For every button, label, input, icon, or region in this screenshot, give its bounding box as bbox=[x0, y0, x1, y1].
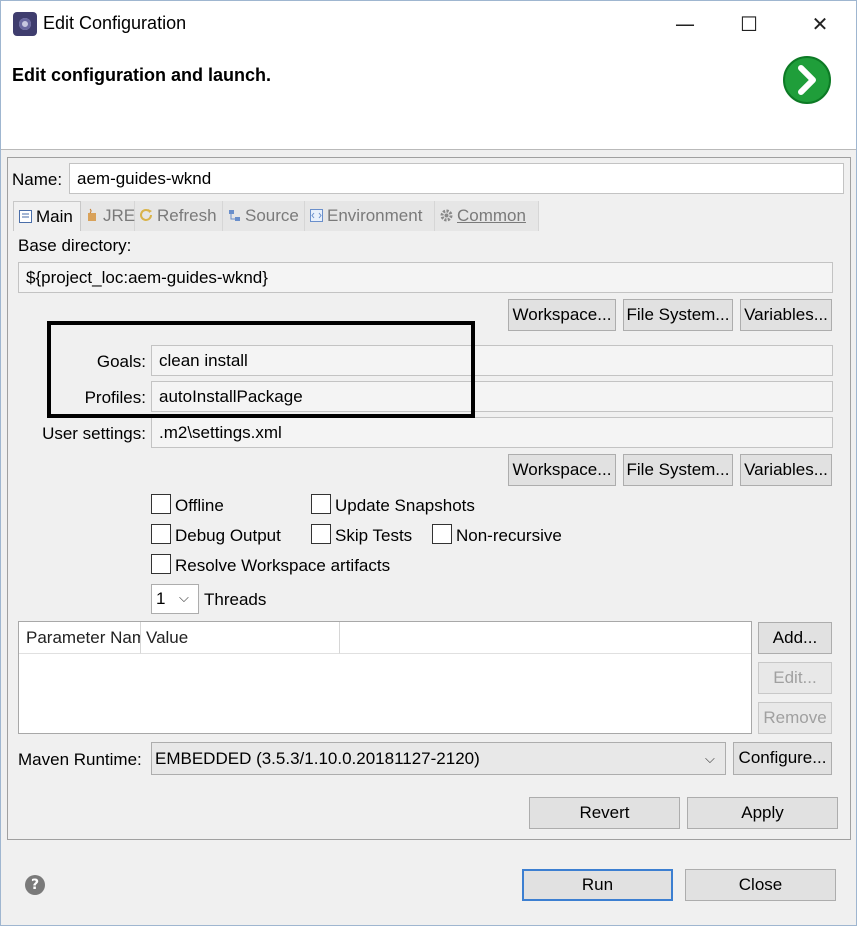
tab-jre-label: JRE bbox=[103, 206, 136, 225]
main-tab-icon bbox=[18, 204, 33, 223]
remove-parameter-button[interactable]: Remove bbox=[758, 702, 832, 734]
non-recursive-label: Non-recursive bbox=[456, 526, 562, 545]
debug-output-label: Debug Output bbox=[175, 526, 281, 545]
tab-main[interactable]: Main bbox=[13, 201, 81, 231]
tab-environment[interactable]: Environment bbox=[305, 201, 435, 231]
tab-jre[interactable]: JRE bbox=[81, 201, 135, 231]
name-label: Name: bbox=[12, 170, 63, 189]
base-directory-label: Base directory: bbox=[18, 236, 132, 255]
tab-environment-label: Environment bbox=[327, 206, 423, 225]
parameters-table[interactable]: Parameter Name Value bbox=[18, 621, 752, 734]
close-window-button[interactable]: ✕ bbox=[800, 5, 840, 43]
tab-common[interactable]: Common bbox=[435, 201, 539, 231]
base-directory-input[interactable]: ${project_loc:aem-guides-wknd} bbox=[18, 262, 833, 293]
chevron-down-icon: ⌵ bbox=[705, 752, 715, 767]
title-bar: Edit Configuration — ☐ ✕ bbox=[1, 1, 856, 46]
threads-select[interactable]: 1 ⌵ bbox=[151, 584, 199, 614]
skip-tests-checkbox[interactable] bbox=[311, 524, 331, 544]
source-icon bbox=[227, 203, 242, 221]
jre-icon bbox=[85, 203, 100, 221]
tab-source[interactable]: Source bbox=[223, 201, 305, 231]
column-header-parameter-name[interactable]: Parameter Name bbox=[19, 622, 141, 654]
resolve-workspace-label: Resolve Workspace artifacts bbox=[175, 556, 391, 575]
base-variables-button[interactable]: Variables... bbox=[740, 299, 832, 331]
maximize-button[interactable]: ☐ bbox=[729, 5, 769, 43]
launch-arrow-icon bbox=[783, 56, 831, 104]
settings-workspace-button[interactable]: Workspace... bbox=[508, 454, 616, 486]
run-button[interactable]: Run bbox=[522, 869, 673, 901]
settings-file-system-button[interactable]: File System... bbox=[623, 454, 733, 486]
resolve-workspace-checkbox[interactable] bbox=[151, 554, 171, 574]
tab-refresh-label: Refresh bbox=[157, 206, 217, 225]
edit-configuration-dialog: Edit Configuration — ☐ ✕ Edit configurat… bbox=[0, 0, 857, 926]
base-workspace-button[interactable]: Workspace... bbox=[508, 299, 616, 331]
minimize-button[interactable]: — bbox=[665, 5, 705, 43]
eclipse-app-icon bbox=[13, 12, 37, 36]
user-settings-input[interactable]: .m2\settings.xml bbox=[151, 417, 833, 448]
help-icon[interactable]: ? bbox=[25, 875, 45, 895]
tab-common-label: Common bbox=[457, 206, 526, 225]
update-snapshots-label: Update Snapshots bbox=[335, 496, 475, 515]
update-snapshots-checkbox[interactable] bbox=[311, 494, 331, 514]
chevron-down-icon: ⌵ bbox=[179, 591, 189, 606]
skip-tests-label: Skip Tests bbox=[335, 526, 413, 545]
column-header-filler bbox=[340, 622, 751, 654]
edit-parameter-button[interactable]: Edit... bbox=[758, 662, 832, 694]
offline-label: Offline bbox=[175, 496, 224, 515]
header-banner: Edit configuration and launch. bbox=[1, 46, 856, 150]
close-button[interactable]: Close bbox=[685, 869, 836, 901]
apply-button[interactable]: Apply bbox=[687, 797, 838, 829]
settings-variables-button[interactable]: Variables... bbox=[740, 454, 832, 486]
environment-icon bbox=[309, 203, 324, 222]
maven-runtime-value: EMBEDDED (3.5.3/1.10.0.20181127-2120) bbox=[155, 749, 480, 768]
column-header-value[interactable]: Value bbox=[141, 622, 340, 654]
offline-checkbox[interactable] bbox=[151, 494, 171, 514]
threads-label: Threads bbox=[204, 590, 267, 609]
tab-source-label: Source bbox=[245, 206, 299, 225]
configure-runtime-button[interactable]: Configure... bbox=[733, 742, 832, 775]
tab-refresh[interactable]: Refresh bbox=[135, 201, 223, 231]
banner-title: Edit configuration and launch. bbox=[12, 65, 271, 85]
base-file-system-button[interactable]: File System... bbox=[623, 299, 733, 331]
window-title: Edit Configuration bbox=[43, 13, 187, 33]
maven-runtime-label: Maven Runtime: bbox=[18, 750, 142, 769]
threads-value: 1 bbox=[156, 589, 166, 608]
add-parameter-button[interactable]: Add... bbox=[758, 622, 832, 654]
refresh-icon bbox=[139, 203, 154, 221]
name-input[interactable]: aem-guides-wknd bbox=[69, 163, 844, 194]
tab-main-label: Main bbox=[36, 207, 73, 226]
maven-runtime-select[interactable]: EMBEDDED (3.5.3/1.10.0.20181127-2120) ⌵ bbox=[151, 742, 726, 775]
common-icon bbox=[439, 203, 454, 222]
highlight-annotation-box bbox=[47, 321, 475, 418]
revert-button[interactable]: Revert bbox=[529, 797, 680, 829]
debug-output-checkbox[interactable] bbox=[151, 524, 171, 544]
user-settings-label: User settings: bbox=[42, 424, 146, 443]
non-recursive-checkbox[interactable] bbox=[432, 524, 452, 544]
